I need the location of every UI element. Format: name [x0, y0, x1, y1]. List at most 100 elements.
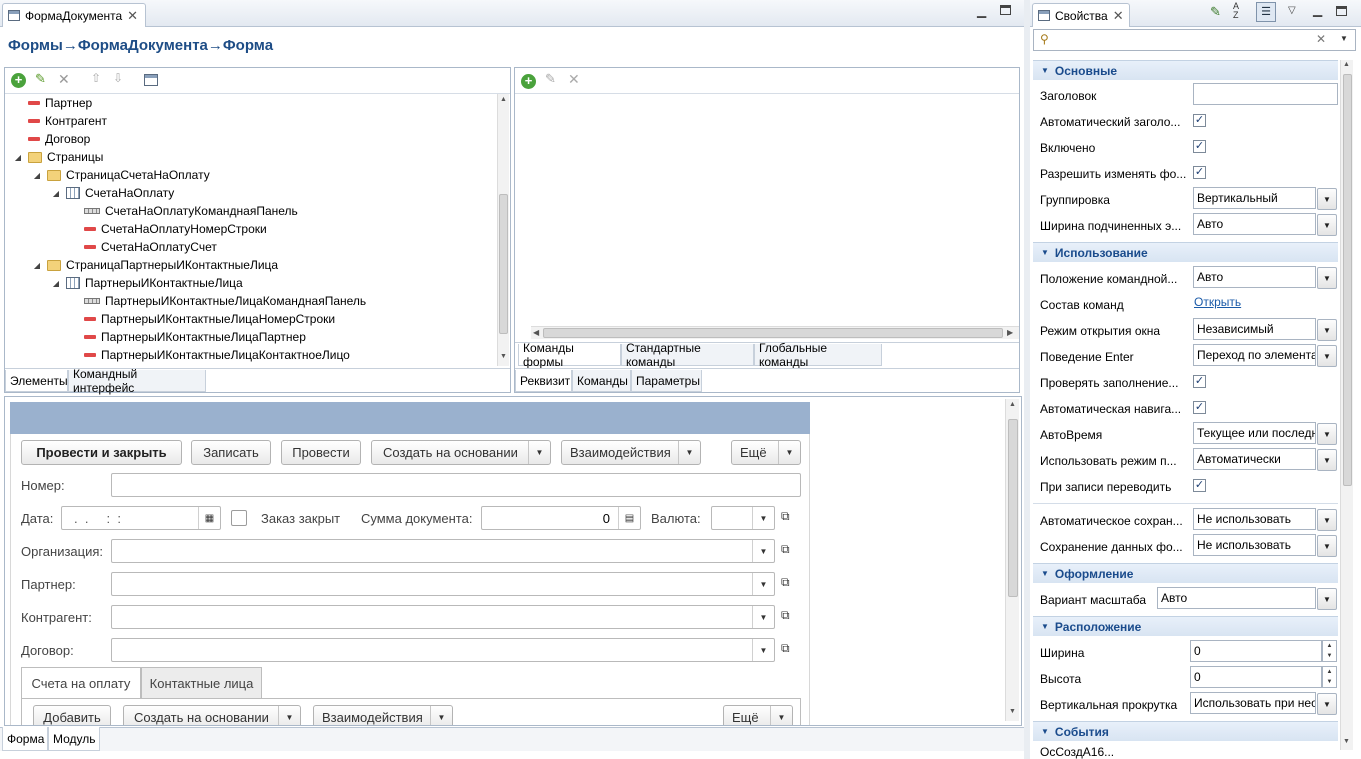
commands-h-scrollbar[interactable]: ◀ ▶ [531, 326, 1019, 339]
chevron-down-icon[interactable]: ▼ [1317, 345, 1337, 367]
prop-on-write-checkbox[interactable]: ✓ [1193, 479, 1206, 492]
doc-sum-input[interactable]: 0 ▤ [481, 506, 641, 530]
properties-tab[interactable]: Свойства ✕ [1032, 3, 1130, 27]
create-based-on-button[interactable]: Создать на основании ▼ [371, 440, 551, 465]
section-appearance[interactable]: ▼ Оформление [1033, 563, 1338, 583]
chevron-down-icon[interactable]: ▼ [752, 573, 774, 595]
calendar-icon[interactable]: ▦ [198, 507, 220, 529]
chevron-down-icon[interactable]: ▼ [778, 441, 800, 464]
close-icon[interactable]: ✕ [1113, 8, 1124, 24]
maximize-icon[interactable] [1336, 6, 1347, 16]
add-row-button[interactable]: Добавить [33, 705, 111, 725]
close-icon[interactable]: ✕ [127, 8, 138, 24]
tab-elements[interactable]: Элементы [5, 370, 68, 392]
chevron-down-icon[interactable]: ▼ [752, 507, 774, 529]
open-icon[interactable]: ⧉ [781, 641, 790, 656]
chevron-down-icon[interactable]: ▼ [1317, 214, 1337, 236]
minimize-icon[interactable]: ▁ [977, 4, 986, 18]
tree-item[interactable]: ◢ СтраницаСчетаНаОплату [32, 166, 210, 184]
scroll-up-icon[interactable]: ▲ [1009, 401, 1016, 408]
prop-use-mode-select[interactable]: Автоматически [1193, 448, 1316, 470]
form-layout-icon[interactable] [144, 74, 158, 86]
tab-form[interactable]: Форма [2, 727, 48, 751]
move-down-icon[interactable]: ⇩ [113, 71, 123, 85]
tree-item[interactable]: ◢ ПартнерыИКонтактныеЛица [51, 274, 243, 292]
prop-auto-header-checkbox[interactable]: ✓ [1193, 114, 1206, 127]
section-layout[interactable]: ▼ Расположение [1033, 616, 1338, 636]
sort-alpha-icon[interactable]: AZ [1233, 2, 1239, 20]
clear-icon[interactable]: ✕ [1316, 32, 1326, 46]
tree-item[interactable]: ◢ Страницы [13, 148, 103, 166]
chevron-down-icon[interactable]: ▼ [1317, 423, 1337, 445]
chevron-down-icon[interactable]: ▼ [1317, 319, 1337, 341]
prop-scale-variant-select[interactable]: Авто [1157, 587, 1316, 609]
maximize-icon[interactable] [1000, 5, 1011, 15]
tree-item[interactable]: СчетаНаОплатуНомерСтроки [84, 220, 267, 238]
table-interactions-button[interactable]: Взаимодействия ▼ [313, 705, 453, 725]
add-icon[interactable]: + [11, 73, 26, 88]
open-icon[interactable]: ⧉ [781, 608, 790, 623]
prop-check-filling-checkbox[interactable]: ✓ [1193, 375, 1206, 388]
edit-form-icon[interactable]: ✎ [1210, 4, 1221, 20]
prop-allow-change-checkbox[interactable]: ✓ [1193, 166, 1206, 179]
scroll-down-icon[interactable]: ▼ [500, 353, 507, 360]
calculator-icon[interactable]: ▤ [618, 507, 640, 529]
h-scroll-thumb[interactable] [543, 328, 1003, 338]
tree-item[interactable]: ◢ СчетаНаОплату [51, 184, 174, 202]
preview-scrollbar[interactable]: ▲ ▼ [1005, 399, 1019, 721]
tree-item[interactable]: Контрагент [28, 112, 107, 130]
chevron-down-icon[interactable]: ▼ [430, 706, 452, 725]
chevron-down-icon[interactable]: ▼ [278, 706, 300, 725]
commands-list[interactable] [518, 95, 1015, 325]
scroll-down-icon[interactable]: ▼ [1009, 708, 1016, 715]
chevron-down-icon[interactable]: ▼ [678, 441, 700, 464]
tab-standard-commands[interactable]: Стандартные команды [621, 341, 754, 369]
view-menu-icon[interactable]: ▽ [1288, 5, 1296, 16]
expand-toggle-icon[interactable]: ◢ [51, 189, 61, 198]
currency-input[interactable]: ▼ [711, 506, 775, 530]
save-button[interactable]: Записать [191, 440, 271, 465]
open-icon[interactable]: ⧉ [781, 575, 790, 590]
chevron-down-icon[interactable]: ▼ [1317, 449, 1337, 471]
tab-attributes[interactable]: Реквизит [515, 370, 572, 392]
prop-enabled-checkbox[interactable]: ✓ [1193, 140, 1206, 153]
tab-commands[interactable]: Команды [572, 370, 631, 392]
open-icon[interactable]: ⧉ [781, 509, 790, 524]
tree-item[interactable]: Партнер [28, 94, 92, 112]
properties-search[interactable]: ⚲ ✕ ▼ [1033, 29, 1356, 51]
post-button[interactable]: Провести [281, 440, 361, 465]
chevron-down-icon[interactable]: ▼ [752, 540, 774, 562]
properties-scrollbar[interactable]: ▲ ▼ [1340, 60, 1353, 750]
section-events[interactable]: ▼ События [1033, 721, 1338, 741]
tree-item[interactable]: СчетаНаОплатуСчет [84, 238, 217, 256]
table-more-button[interactable]: Ещё ▼ [723, 705, 793, 725]
chevron-down-icon[interactable]: ▼ [752, 639, 774, 661]
prop-cmdbar-position-select[interactable]: Авто [1193, 266, 1316, 288]
delete-command-icon[interactable]: ✕ [568, 71, 580, 88]
minimize-icon[interactable]: ▁ [1313, 3, 1322, 17]
scroll-thumb[interactable] [499, 194, 508, 334]
properties-divider[interactable] [1024, 0, 1030, 759]
chevron-down-icon[interactable]: ▼ [1317, 588, 1337, 610]
tab-contacts[interactable]: Контактные лица [141, 667, 262, 699]
tree-item[interactable]: ПартнерыИКонтактныеЛицаКонтактноеЛицо [84, 346, 350, 364]
prop-auto-save-select[interactable]: Не использовать [1193, 508, 1316, 530]
tree-item[interactable]: ◢ СтраницаПартнерыИКонтактныеЛица [32, 256, 278, 274]
tab-module[interactable]: Модуль [48, 727, 100, 751]
counterparty-input[interactable]: ▼ [111, 605, 775, 629]
scroll-left-icon[interactable]: ◀ [533, 328, 539, 337]
post-and-close-button[interactable]: Провести и закрыть [21, 440, 182, 465]
tree-item[interactable]: ПартнерыИКонтактныеЛицаПартнер [84, 328, 306, 346]
more-button[interactable]: Ещё ▼ [731, 440, 801, 465]
expand-toggle-icon[interactable]: ◢ [51, 279, 61, 288]
partner-input[interactable]: ▼ [111, 572, 775, 596]
move-up-icon[interactable]: ⇧ [91, 71, 101, 85]
scroll-down-icon[interactable]: ▼ [1343, 738, 1350, 745]
prop-height-input[interactable]: 0 [1190, 666, 1322, 688]
chevron-down-icon[interactable]: ▼ [1317, 535, 1337, 557]
add-command-icon[interactable]: + [521, 74, 536, 89]
tab-invoices[interactable]: Счета на оплату [21, 667, 141, 699]
tree-item[interactable]: Договор [28, 130, 90, 148]
tree-item[interactable]: ПартнерыИКонтактныеЛицаНомерСтроки [84, 310, 335, 328]
scroll-right-icon[interactable]: ▶ [1007, 328, 1013, 337]
